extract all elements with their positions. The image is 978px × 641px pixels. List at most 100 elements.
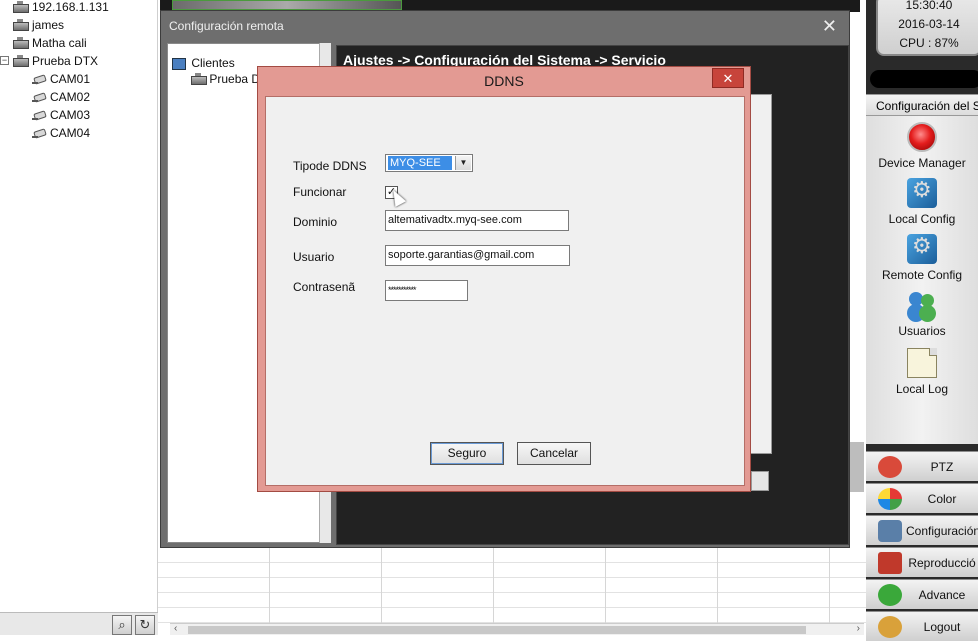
status-bar-pill bbox=[870, 70, 978, 88]
scroll-left-icon[interactable]: ‹ bbox=[174, 623, 177, 634]
scrollbar-thumb[interactable] bbox=[188, 626, 806, 634]
search-icon[interactable]: ⌕ bbox=[112, 615, 132, 635]
button-label: Advance bbox=[918, 588, 966, 602]
menu-item-label: Usuarios bbox=[898, 324, 946, 338]
local-config-icon bbox=[907, 178, 937, 208]
save-button[interactable]: Seguro bbox=[430, 442, 504, 465]
dvr-device-icon bbox=[12, 54, 29, 68]
menu-item-label: Remote Config bbox=[881, 268, 963, 282]
tree-item-label: Matha cali bbox=[32, 36, 87, 50]
advance-icon bbox=[878, 584, 902, 606]
tree-item-label: CAM03 bbox=[50, 108, 91, 122]
cpu-usage: CPU : 87% bbox=[899, 36, 959, 50]
right-menu-title: Configuración del S bbox=[866, 94, 978, 116]
camera-icon bbox=[32, 110, 46, 121]
dialog-body: Tipode DDNS MYQ-SEE ▼ Funcionar ✓ Domini… bbox=[265, 96, 745, 486]
button-label: Reproducció bbox=[908, 556, 976, 570]
users-icon bbox=[907, 290, 937, 320]
button-label: PTZ bbox=[930, 460, 954, 474]
menu-item-local-log[interactable]: Local Log bbox=[866, 348, 978, 396]
password-field[interactable]: *********** bbox=[385, 280, 468, 301]
window-title: Configuración remota bbox=[169, 19, 284, 33]
enable-label: Funcionar bbox=[293, 185, 347, 199]
tree-item-device[interactable]: 192.168.1.131 bbox=[12, 0, 109, 16]
ddns-type-label: Tipode DDNS bbox=[293, 159, 367, 173]
password-label: Contrasenã bbox=[293, 280, 356, 294]
tree-item-client[interactable]: Prueba DT bbox=[190, 71, 267, 87]
tree-toolbar: ⌕ ↻ bbox=[0, 612, 158, 635]
tree-item-camera[interactable]: CAM03 bbox=[32, 106, 90, 124]
domain-field[interactable]: altemativadtx.myq-see.com bbox=[385, 210, 569, 231]
hidden-button[interactable] bbox=[751, 471, 769, 491]
dialog-title: DDNS bbox=[484, 73, 524, 89]
clock-time: 15:30:40 bbox=[905, 0, 953, 12]
tree-item-camera[interactable]: CAM04 bbox=[32, 124, 90, 142]
network-icon bbox=[172, 57, 186, 70]
camera-icon bbox=[32, 74, 46, 85]
camera-icon bbox=[32, 128, 46, 139]
local-log-icon bbox=[907, 348, 937, 378]
tree-item-label: Clientes bbox=[191, 56, 235, 70]
system-config-icon bbox=[878, 520, 902, 542]
ddns-dialog: DDNS ✕ Tipode DDNS MYQ-SEE ▼ Funcionar ✓… bbox=[257, 66, 751, 492]
ddns-type-value: MYQ-SEE bbox=[388, 156, 452, 170]
ptz-icon bbox=[878, 456, 902, 478]
user-field[interactable]: soporte.garantias@gmail.com bbox=[385, 245, 570, 266]
tree-item-camera[interactable]: CAM01 bbox=[32, 70, 90, 88]
cancel-button[interactable]: Cancelar bbox=[517, 442, 591, 465]
playback-icon bbox=[878, 552, 902, 574]
menu-item-local-config[interactable]: Local Config bbox=[866, 178, 978, 226]
tree-item-label: james bbox=[32, 18, 65, 32]
mouse-cursor-icon bbox=[387, 187, 407, 207]
domain-label: Dominio bbox=[293, 215, 338, 229]
close-icon[interactable]: ✕ bbox=[822, 16, 837, 36]
tree-item-label: CAM02 bbox=[50, 90, 91, 104]
remote-config-icon bbox=[907, 234, 937, 264]
logout-button[interactable]: Logout bbox=[866, 611, 978, 641]
menu-item-label: Local Config bbox=[888, 212, 956, 226]
color-icon bbox=[878, 488, 902, 510]
menu-scroll-arrows[interactable] bbox=[848, 442, 864, 492]
tree-item-clients[interactable]: Clientes bbox=[172, 55, 235, 71]
tree-item-label: Prueba DTX bbox=[32, 54, 99, 68]
ddns-type-select[interactable]: MYQ-SEE ▼ bbox=[385, 154, 473, 172]
scroll-right-icon[interactable]: › bbox=[857, 623, 860, 634]
tree-item-label: CAM04 bbox=[50, 126, 91, 140]
user-label: Usuario bbox=[293, 250, 335, 264]
menu-item-remote-config[interactable]: Remote Config bbox=[866, 234, 978, 282]
menu-item-label: Device Manager bbox=[878, 156, 966, 170]
device-manager-icon bbox=[907, 122, 937, 152]
system-config-button[interactable]: Configuración del S bbox=[866, 515, 978, 545]
ptz-button[interactable]: PTZ bbox=[866, 451, 978, 481]
color-button[interactable]: Color bbox=[866, 483, 978, 513]
refresh-icon[interactable]: ↻ bbox=[135, 615, 155, 635]
tree-expander-icon[interactable]: − bbox=[0, 56, 9, 65]
button-label: Configuración del S bbox=[906, 524, 978, 538]
menu-item-label: Local Log bbox=[895, 382, 949, 396]
tree-item-label: CAM01 bbox=[50, 72, 91, 86]
dvr-device-icon bbox=[12, 0, 29, 14]
menu-item-users[interactable]: Usuarios bbox=[866, 290, 978, 338]
right-menu: Device Manager Local Config Remote Confi… bbox=[866, 116, 978, 444]
button-label: Color bbox=[927, 492, 957, 506]
dvr-device-icon bbox=[12, 18, 29, 32]
status-clock: 15:30:40 2016-03-14 CPU : 87% bbox=[876, 0, 978, 56]
dvr-device-icon bbox=[190, 73, 207, 86]
tree-item-device[interactable]: Matha cali bbox=[12, 34, 87, 52]
clock-date: 2016-03-14 bbox=[898, 17, 960, 31]
tree-item-device[interactable]: james bbox=[12, 16, 64, 34]
video-thumbnail[interactable] bbox=[172, 0, 402, 10]
advance-button[interactable]: Advance bbox=[866, 579, 978, 609]
menu-item-device-manager[interactable]: Device Manager bbox=[866, 122, 978, 170]
horizontal-scrollbar[interactable]: ‹ › bbox=[170, 623, 864, 635]
camera-icon bbox=[32, 92, 46, 103]
playback-button[interactable]: Reproducció bbox=[866, 547, 978, 577]
tree-item-camera[interactable]: CAM02 bbox=[32, 88, 90, 106]
chevron-down-icon[interactable]: ▼ bbox=[455, 156, 471, 170]
log-grid bbox=[158, 548, 866, 623]
close-icon[interactable]: ✕ bbox=[712, 68, 744, 88]
tree-item-device[interactable]: Prueba DTX bbox=[12, 52, 98, 70]
dvr-device-icon bbox=[12, 36, 29, 50]
button-label: Logout bbox=[923, 620, 961, 634]
tree-item-label: 192.168.1.131 bbox=[32, 0, 109, 14]
